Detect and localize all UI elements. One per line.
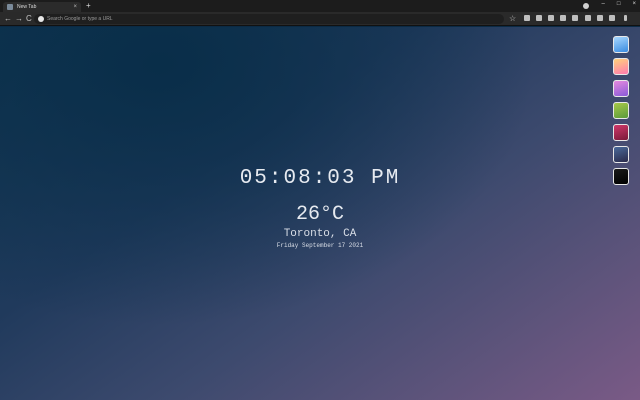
tab-strip: New Tab × + – □ × [0, 0, 640, 12]
menu-kebab-icon[interactable] [624, 15, 627, 21]
reload-button[interactable]: C [26, 13, 32, 25]
tab-search-icon[interactable] [583, 3, 589, 9]
extension-icon-5[interactable] [572, 15, 578, 21]
extensions-puzzle-icon[interactable] [597, 15, 603, 21]
current-date: Friday September 17 2021 [276, 242, 364, 249]
tab-close-icon[interactable]: × [73, 4, 77, 10]
browser-toolbar: ← → C ☆ [0, 12, 640, 26]
theme-swatch-dusk[interactable] [613, 146, 629, 163]
extension-icon-4[interactable] [560, 15, 566, 21]
address-bar[interactable] [34, 14, 504, 24]
forward-button[interactable]: → [15, 13, 23, 25]
window-controls: – □ × [602, 1, 636, 7]
minimize-button[interactable]: – [602, 1, 605, 7]
profile-avatar-icon[interactable] [609, 15, 615, 21]
tab-new-tab[interactable]: New Tab × [3, 2, 81, 12]
theme-swatch-list [613, 36, 631, 190]
google-icon [38, 16, 44, 22]
weather-temperature: 26°C [295, 203, 344, 226]
maximize-button[interactable]: □ [617, 1, 621, 7]
clock-time: 05:08:03 PM [239, 167, 401, 190]
extension-icon-1[interactable] [524, 15, 530, 21]
theme-swatch-lime[interactable] [613, 102, 629, 119]
theme-swatch-black[interactable] [613, 168, 629, 185]
new-tab-page: 05:08:03 PM 26°C Toronto, CA Friday Sept… [0, 27, 640, 400]
extension-icon-6[interactable] [585, 15, 591, 21]
theme-swatch-violet[interactable] [613, 80, 629, 97]
back-button[interactable]: ← [4, 13, 12, 25]
tab-title: New Tab [17, 4, 37, 10]
weather-location: Toronto, CA [283, 228, 357, 240]
theme-swatch-sky[interactable] [613, 36, 629, 53]
bookmark-star-icon[interactable]: ☆ [509, 12, 516, 25]
window-close-button[interactable]: × [632, 1, 636, 7]
theme-swatch-crimson[interactable] [613, 124, 629, 141]
extension-icon-3[interactable] [548, 15, 554, 21]
theme-swatch-sunset[interactable] [613, 58, 629, 75]
tab-favicon-icon [7, 4, 13, 10]
new-tab-button[interactable]: + [86, 2, 91, 10]
address-input[interactable] [47, 16, 347, 22]
extension-icon-2[interactable] [536, 15, 542, 21]
